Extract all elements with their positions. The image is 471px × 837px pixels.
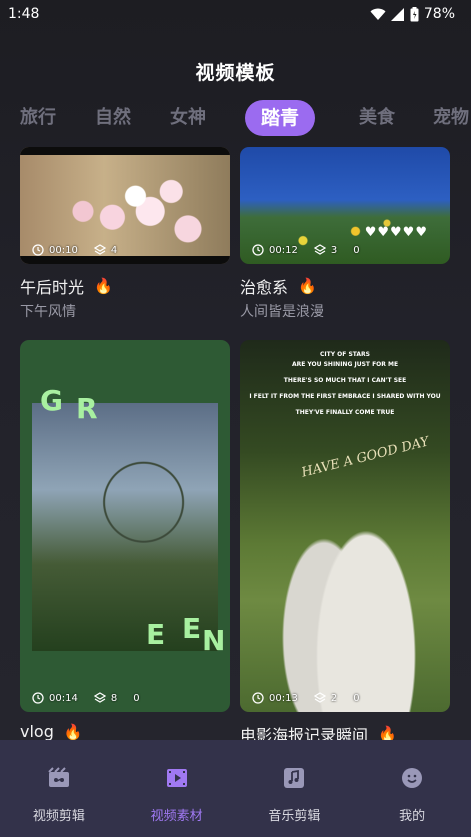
card-title-row: 午后时光 🔥 — [20, 274, 230, 298]
template-thumbnail[interactable]: ♥♥♥♥♥ 00:12 3 0 — [240, 147, 450, 264]
card-title-row: 治愈系 🔥 — [240, 274, 450, 298]
card-title-row: 电影海报记录瞬间 🔥 — [240, 722, 450, 740]
tab-outing[interactable]: 踏青 — [245, 100, 316, 136]
layer-count: 4 — [110, 244, 118, 256]
layer-count: 8 — [110, 692, 118, 704]
status-time: 1:48 — [8, 6, 40, 22]
template-meta: 00:12 3 0 — [252, 244, 360, 256]
layers-icon — [313, 244, 326, 255]
tab-food[interactable]: 美食 — [359, 100, 395, 136]
signal-icon — [390, 7, 404, 21]
face-icon — [402, 768, 423, 788]
template-card[interactable]: CITY OF STARS ARE YOU SHINING JUST FOR M… — [240, 340, 450, 740]
tab-travel[interactable]: 旅行 — [20, 100, 56, 136]
tab-pets[interactable]: 宠物 — [433, 100, 469, 136]
category-tabs: 旅行 自然 女神 踏青 美食 宠物 — [0, 100, 471, 136]
extra-count: 0 — [133, 692, 140, 704]
battery-percent: 78% — [423, 6, 455, 22]
card-title: 治愈系 — [240, 278, 289, 297]
fire-icon: 🔥 — [378, 725, 397, 740]
green-letter: G — [40, 384, 63, 417]
wifi-icon — [370, 8, 386, 20]
music-note-icon — [284, 768, 305, 788]
bottom-nav: 视频剪辑 视频素材 音乐剪辑 我的 — [0, 740, 471, 837]
nav-label: 我的 — [399, 809, 426, 824]
card-subtitle: 下午风情 — [20, 304, 76, 320]
poster-line: CITY OF STARS — [320, 351, 370, 358]
poster-line: I FELT IT FROM THE FIRST EMBRACE I SHARE… — [249, 393, 441, 400]
fire-icon: 🔥 — [94, 277, 113, 295]
fire-icon: 🔥 — [298, 277, 317, 295]
fire-icon: 🔥 — [63, 722, 83, 741]
poster-script-text: HAVE A GOOD DAY — [300, 434, 431, 481]
layer-count: 3 — [330, 244, 338, 256]
status-icons: 78% — [370, 6, 455, 22]
layer-count: 2 — [330, 692, 338, 704]
template-thumbnail[interactable]: 00:10 4 — [20, 147, 230, 264]
tab-goddess[interactable]: 女神 — [170, 100, 206, 136]
battery-icon — [410, 6, 419, 21]
layers-icon — [93, 244, 106, 255]
green-letter: E — [182, 612, 202, 645]
duration: 00:12 — [269, 244, 298, 256]
nav-video-material[interactable]: 视频素材 — [118, 740, 236, 837]
template-card[interactable]: G R E E N 00:14 8 0 vlog 🔥 — [20, 340, 230, 740]
extra-count: 0 — [353, 244, 360, 256]
card-title: vlog — [20, 722, 54, 740]
film-clip-icon — [48, 767, 69, 787]
poster-line: THEY'VE FINALLY COME TRUE — [295, 409, 395, 416]
nav-video-edit[interactable]: 视频剪辑 — [0, 740, 118, 837]
template-grid: 00:10 4 午后时光 🔥 下午风情 ♥♥♥♥♥ 00:12 3 0 治愈系 … — [20, 147, 451, 740]
extra-count: 0 — [353, 692, 360, 704]
nav-music-edit[interactable]: 音乐剪辑 — [236, 740, 354, 837]
nav-profile[interactable]: 我的 — [353, 740, 471, 837]
hearts-overlay: ♥♥♥♥♥ — [364, 225, 428, 240]
card-title: 电影海报记录瞬间 — [240, 726, 369, 740]
clock-icon — [252, 692, 264, 704]
green-letter: N — [202, 624, 226, 657]
template-meta: 00:13 2 0 — [252, 692, 360, 704]
duration: 00:10 — [49, 244, 78, 256]
duration: 00:14 — [49, 692, 78, 704]
layers-icon — [93, 692, 106, 703]
page-title: 视频模板 — [195, 62, 276, 84]
status-bar: 1:48 78% — [0, 0, 471, 28]
green-letter: R — [76, 392, 98, 425]
nav-label: 音乐剪辑 — [268, 809, 321, 824]
clock-icon — [252, 244, 264, 256]
template-meta: 00:14 8 0 — [32, 692, 140, 704]
video-play-icon — [166, 769, 187, 787]
poster-lyrics: CITY OF STARS ARE YOU SHINING JUST FOR M… — [240, 350, 450, 418]
green-letter: E — [146, 618, 166, 651]
clock-icon — [32, 244, 44, 256]
clock-icon — [32, 692, 44, 704]
layers-icon — [313, 692, 326, 703]
template-thumbnail[interactable]: CITY OF STARS ARE YOU SHINING JUST FOR M… — [240, 340, 450, 712]
template-card[interactable]: 00:10 4 午后时光 🔥 下午风情 — [20, 147, 230, 321]
poster-line: ARE YOU SHINING JUST FOR ME — [291, 361, 399, 368]
nav-label: 视频剪辑 — [32, 809, 85, 824]
tab-nature[interactable]: 自然 — [95, 100, 131, 136]
card-title: 午后时光 — [20, 278, 85, 297]
duration: 00:13 — [269, 692, 298, 704]
template-meta: 00:10 4 — [32, 244, 117, 256]
template-card[interactable]: ♥♥♥♥♥ 00:12 3 0 治愈系 🔥 人间皆是浪漫 — [240, 147, 450, 321]
nav-label: 视频素材 — [150, 809, 203, 824]
card-title-row: vlog 🔥 — [20, 722, 230, 740]
template-thumbnail[interactable]: G R E E N 00:14 8 0 — [20, 340, 230, 712]
poster-line: THERE'S SO MUCH THAT I CAN'T SEE — [283, 377, 407, 384]
card-subtitle: 人间皆是浪漫 — [240, 304, 324, 320]
